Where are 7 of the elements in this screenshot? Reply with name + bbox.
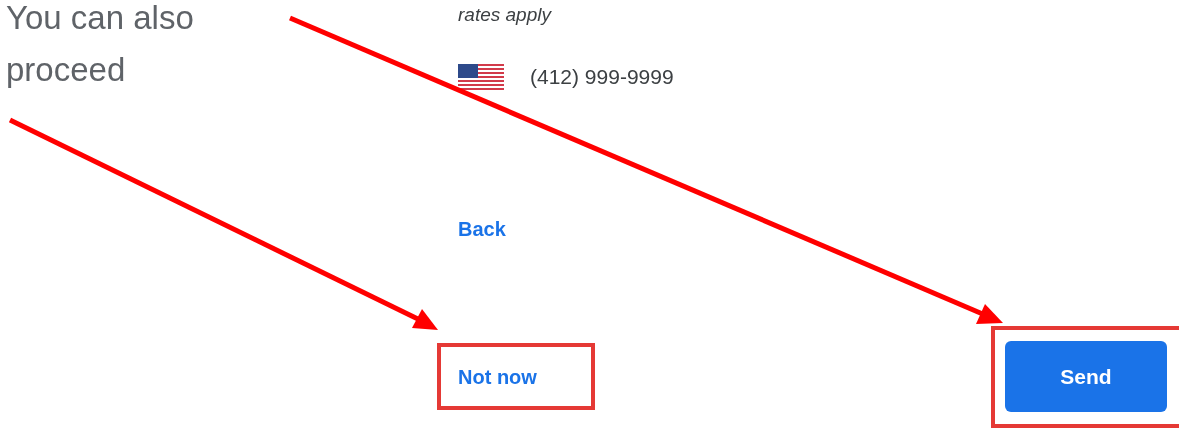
note-text: rates apply — [458, 3, 553, 27]
flag-icon — [458, 64, 504, 90]
not-now-button[interactable]: Not now — [458, 351, 537, 402]
annotation-text: You can also proceed — [6, 0, 194, 90]
send-button[interactable]: Send — [1005, 341, 1167, 412]
back-link[interactable]: Back — [458, 214, 506, 244]
phone-number: (412) 999-9999 — [530, 64, 674, 91]
